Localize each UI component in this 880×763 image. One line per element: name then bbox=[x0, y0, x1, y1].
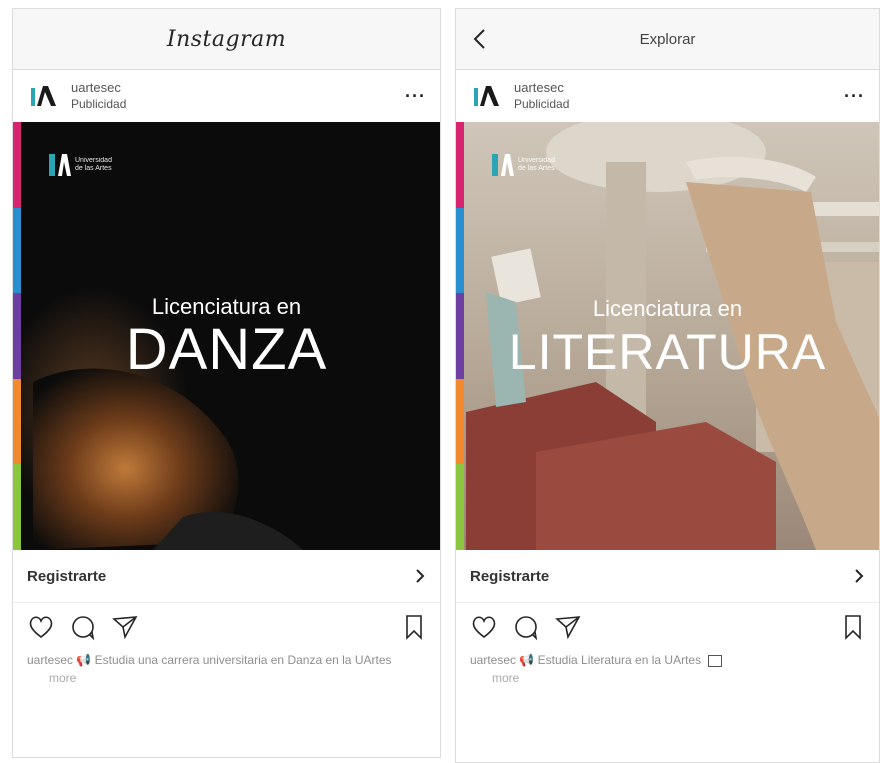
avatar[interactable] bbox=[470, 80, 502, 112]
sponsored-label: Publicidad bbox=[514, 97, 570, 111]
uartes-logo-icon bbox=[474, 86, 499, 106]
share-icon[interactable] bbox=[554, 613, 582, 641]
post-header: uartesec Publicidad ··· bbox=[456, 70, 879, 122]
brand-text-line2: de las Artes bbox=[75, 165, 112, 172]
brand-text-line1: Universidad bbox=[518, 157, 555, 164]
headline-line1: Licenciatura en bbox=[592, 296, 743, 321]
headline: Licenciatura en LITERATURA bbox=[456, 296, 879, 382]
app-header: Instagram bbox=[13, 9, 440, 70]
post-actions bbox=[13, 603, 440, 651]
back-arrow-icon[interactable] bbox=[470, 27, 490, 51]
caption-username[interactable]: uartesec bbox=[470, 653, 516, 667]
chevron-right-icon bbox=[416, 569, 425, 583]
uartes-brand-mark: Universidad de las Artes bbox=[492, 152, 555, 178]
comment-icon[interactable] bbox=[512, 613, 540, 641]
caption-more-link[interactable]: more bbox=[49, 671, 76, 685]
cta-label: Registrarte bbox=[27, 567, 107, 585]
post-caption: uartesec 📢 Estudia una carrera universit… bbox=[13, 651, 440, 687]
app-header: Explorar bbox=[456, 9, 879, 70]
megaphone-icon: 📢 bbox=[76, 653, 92, 667]
post-username[interactable]: uartesec bbox=[514, 80, 569, 96]
more-options-icon[interactable]: ··· bbox=[844, 86, 865, 107]
instagram-explore-screen: Explorar uartesec Publicidad ··· Univers… bbox=[455, 8, 880, 763]
chevron-right-icon bbox=[855, 569, 864, 583]
bookmark-icon[interactable] bbox=[841, 613, 865, 641]
heart-icon[interactable] bbox=[27, 613, 55, 641]
headline-line2: LITERATURA bbox=[508, 324, 827, 380]
comment-icon[interactable] bbox=[69, 613, 97, 641]
instagram-feed-screen: Instagram uartesec Publicidad ··· Univer… bbox=[12, 8, 441, 758]
caption-text: Estudia una carrera universitaria en Dan… bbox=[94, 653, 392, 667]
headline-line2: DANZA bbox=[125, 317, 328, 382]
bookmark-icon[interactable] bbox=[402, 613, 426, 641]
post-header: uartesec Publicidad ··· bbox=[13, 70, 440, 122]
post-caption: uartesec 📢 Estudia Literatura en la UArt… bbox=[456, 651, 879, 687]
more-options-icon[interactable]: ··· bbox=[405, 86, 426, 107]
heart-icon[interactable] bbox=[470, 613, 498, 641]
uartes-brand-mark: Universidad de las Artes bbox=[49, 152, 112, 178]
uartes-mark-icon bbox=[492, 154, 514, 176]
headline: Licenciatura en DANZA bbox=[13, 294, 440, 380]
instagram-logo[interactable]: Instagram bbox=[167, 27, 286, 52]
uartes-logo-icon bbox=[31, 86, 56, 106]
book-icon bbox=[708, 654, 723, 667]
post-actions bbox=[456, 603, 879, 651]
brand-text-line1: Universidad bbox=[75, 157, 112, 164]
uartes-mark-icon bbox=[49, 154, 71, 176]
post-media[interactable]: Universidad de las Artes Licenciatura en… bbox=[13, 122, 440, 550]
post-media[interactable]: Universidad de las Artes Licenciatura en… bbox=[456, 122, 879, 550]
avatar[interactable] bbox=[27, 80, 59, 112]
megaphone-icon: 📢 bbox=[519, 653, 535, 667]
caption-text: Estudia Literatura en la UArtes bbox=[537, 653, 702, 667]
caption-more-link[interactable]: more bbox=[492, 671, 519, 685]
share-icon[interactable] bbox=[111, 613, 139, 641]
sponsored-label: Publicidad bbox=[71, 97, 127, 111]
brand-text-line2: de las Artes bbox=[518, 165, 555, 172]
cta-label: Registrarte bbox=[470, 567, 550, 585]
cta-bar[interactable]: Registrarte bbox=[456, 550, 879, 603]
caption-username[interactable]: uartesec bbox=[27, 653, 73, 667]
post-username[interactable]: uartesec bbox=[71, 80, 126, 96]
page-title: Explorar bbox=[639, 30, 696, 48]
cta-bar[interactable]: Registrarte bbox=[13, 550, 440, 603]
